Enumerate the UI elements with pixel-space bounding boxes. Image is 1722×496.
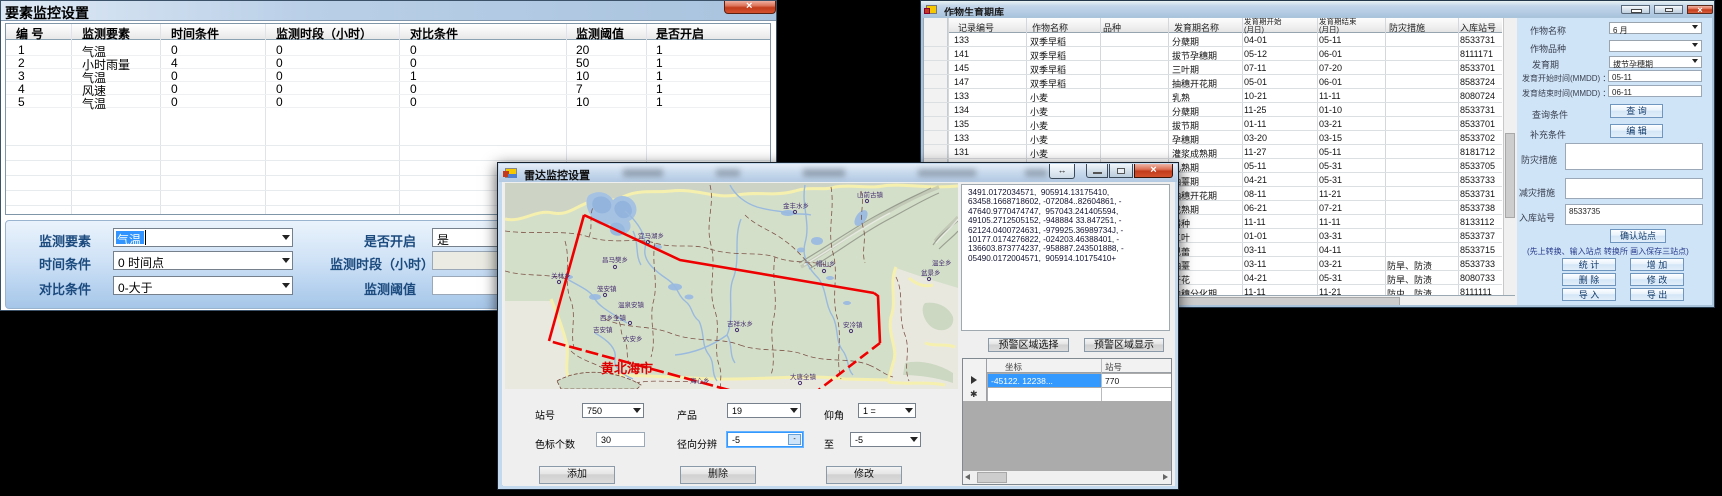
svg-text:金丰水乡: 金丰水乡 [783,201,809,210]
svg-text:大安乡: 大安乡 [623,334,643,343]
svg-text:吉祥水乡: 吉祥水乡 [727,319,753,328]
svg-text:关林乡: 关林乡 [551,271,571,280]
svg-text:海心乡: 海心乡 [690,376,710,385]
svg-text:盆景乡: 盆景乡 [921,268,941,277]
svg-text:昌马樊乡: 昌马樊乡 [602,255,628,264]
svg-text:笼安镇: 笼安镇 [597,284,617,293]
svg-text:安冷镇: 安冷镇 [843,320,863,329]
svg-text:吉安镇: 吉安镇 [593,325,613,334]
svg-text:宜马湖乡: 宜马湖乡 [638,231,664,240]
svg-text:大唐全镇: 大唐全镇 [790,372,817,381]
svg-text:西乡全镇: 西乡全镇 [600,313,627,322]
svg-text:黄北海市: 黄北海市 [601,361,653,376]
svg-text:温全乡: 温全乡 [932,258,952,267]
svg-text:山前古镇: 山前古镇 [857,190,884,199]
svg-text:帽山乡: 帽山乡 [816,259,836,268]
svg-text:温泉安镇: 温泉安镇 [618,300,645,309]
